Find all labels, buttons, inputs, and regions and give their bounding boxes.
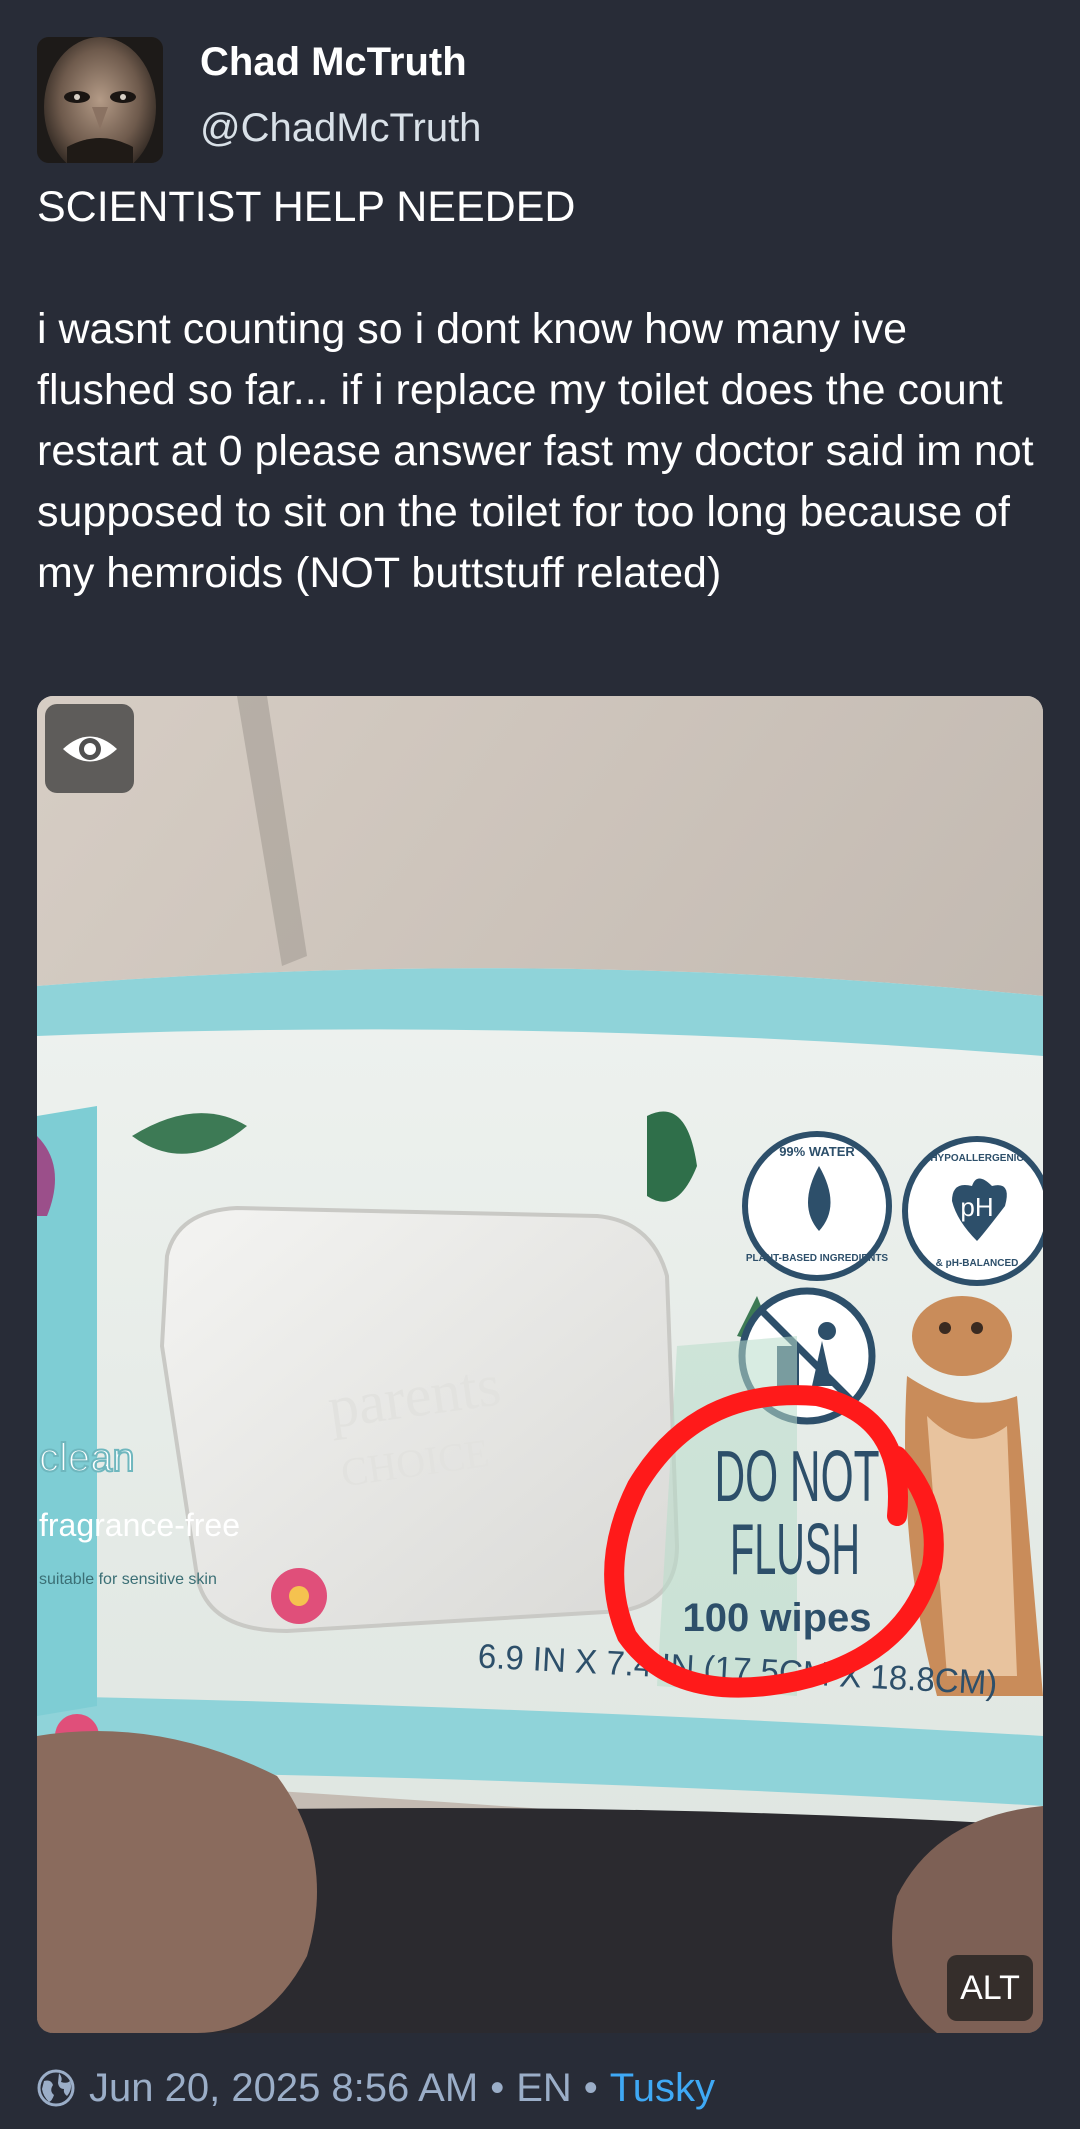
avatar[interactable] [37,37,163,163]
package-clean-text: clean [39,1436,135,1480]
separator: • [490,2065,505,2110]
media-attachment[interactable]: parents CHOICE clean fragrance-free suit… [37,696,1043,2033]
status-meta: Jun 20, 2025 8:56 AM • EN • Tusky [37,2058,715,2118]
package-wipes-text: 100 wipes [682,1596,871,1640]
badge-plant-text: PLANT-BASED INGREDIENTS [746,1253,889,1264]
alt-text-badge[interactable]: ALT [947,1955,1033,2021]
package-sensitive-text: suitable for sensitive skin [39,1571,217,1588]
post-content: SCIENTIST HELP NEEDED i wasnt counting s… [37,177,1047,604]
avatar-image [37,37,163,163]
badge-hypo-text: HYPOALLERGENIC [930,1153,1023,1164]
badge-ph-text: pH [960,1192,993,1222]
eye-icon [62,736,117,761]
post-title-line: SCIENTIST HELP NEEDED [37,183,576,231]
package-do-not-text: DO NOT [715,1437,880,1517]
author-display-name[interactable]: Chad McTruth [200,38,467,86]
package-fragrance-text: fragrance-free [39,1507,240,1543]
globe-icon [37,2069,75,2107]
status-timestamp[interactable]: Jun 20, 2025 8:56 AM [89,2066,478,2111]
attached-photo: parents CHOICE clean fragrance-free suit… [37,696,1043,2033]
badge-ph-balanced-text: & pH-BALANCED [936,1258,1019,1269]
author-handle[interactable]: @ChadMcTruth [200,104,481,152]
post-body: i wasnt counting so i dont know how many… [37,305,1034,597]
status-post: Chad McTruth @ChadMcTruth SCIENTIST HELP… [0,0,1080,2129]
package-flush-text: FLUSH [730,1510,860,1590]
client-app-link[interactable]: Tusky [610,2066,715,2111]
hide-media-button[interactable] [45,704,134,793]
separator: • [583,2065,598,2110]
status-language: EN [516,2065,572,2110]
badge-water-text: 99% WATER [779,1144,855,1159]
